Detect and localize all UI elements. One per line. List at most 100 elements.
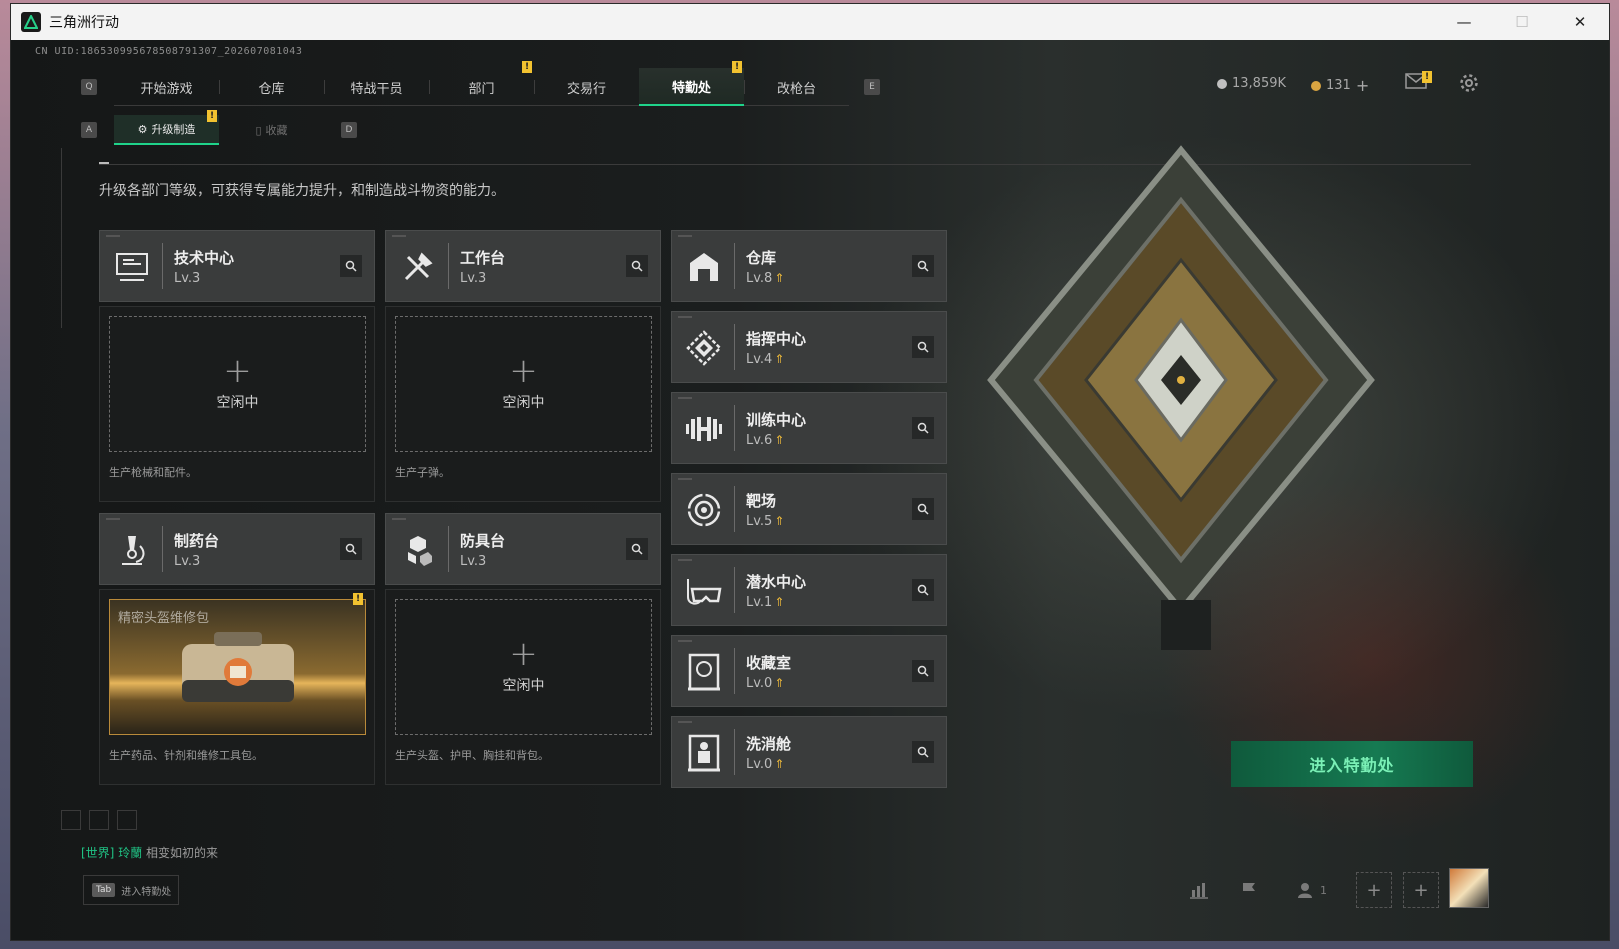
chat-message: 相变如初的来 — [146, 846, 219, 860]
avatar[interactable] — [1449, 868, 1489, 908]
chat-line[interactable]: [世界] 玲蘭 相变如初的来 — [81, 844, 218, 861]
dept-card-shooting-range[interactable]: 靶场 Lv.5 ⇑ — [671, 473, 947, 545]
dept-name: 收藏室 — [746, 654, 792, 672]
dept-level-row: Lv.4 ⇑ — [746, 352, 784, 367]
search-icon[interactable] — [340, 255, 362, 277]
friends-button[interactable]: 1 — [1287, 872, 1337, 908]
card-separator — [162, 526, 163, 572]
empty-slot[interactable]: + 空闲中 — [395, 599, 652, 735]
plus-icon: + — [509, 634, 538, 674]
plus-icon: + — [509, 351, 538, 391]
search-icon[interactable] — [626, 255, 648, 277]
dept-card-decontamination[interactable]: 洗消舱 Lv.0 ⇑ — [671, 716, 947, 788]
card-separator — [734, 405, 735, 451]
dept-level: Lv.1 — [746, 595, 773, 610]
warehouse-icon — [684, 247, 724, 287]
game-window: 三角洲行动 — ☐ ✕ CN UID:186530995678508791307… — [10, 3, 1610, 941]
search-icon[interactable] — [912, 579, 934, 601]
dept-level-row: Lv.8 ⇑ — [746, 271, 784, 286]
tab-hint-label: 进入特勤处 — [121, 886, 172, 898]
card-corner-mark — [392, 518, 406, 520]
dept-level: Lv.4 — [746, 352, 773, 367]
product-name: 精密头盔维修包 — [118, 611, 210, 626]
dept-card-tech-center[interactable]: 技术中心 Lv.3 — [99, 230, 375, 302]
craft-slot-workbench: + 空闲中 生产子弹。 — [385, 306, 661, 502]
search-icon[interactable] — [912, 417, 934, 439]
dept-card-armor[interactable]: 防具台 Lv.3 — [385, 513, 661, 585]
add-currency-button[interactable]: + — [1356, 76, 1369, 95]
page-description: 升级各部门等级，可获得专属能力提升，和制造战斗物资的能力。 — [99, 183, 505, 199]
search-icon[interactable] — [626, 538, 648, 560]
search-icon[interactable] — [912, 336, 934, 358]
search-icon[interactable] — [912, 255, 934, 277]
dept-card-warehouse[interactable]: 仓库 Lv.8 ⇑ — [671, 230, 947, 302]
decor-box — [61, 810, 81, 830]
craft-slot-pharmacy: 精密头盔维修包 生产药品、针剂和维修工具包。 — [99, 589, 375, 785]
flag-icon[interactable] — [1231, 872, 1267, 908]
card-corner-mark — [678, 721, 692, 723]
key-hint-a: A — [81, 122, 97, 138]
tab-start-game[interactable]: 开始游戏 — [114, 68, 219, 106]
empty-slot[interactable]: + 空闲中 — [109, 316, 366, 452]
add-slot-button[interactable]: + — [1403, 872, 1439, 908]
maximize-button[interactable]: ☐ — [1493, 4, 1551, 40]
subtab-collection[interactable]: ▯ 收藏 — [219, 115, 324, 145]
tab-department[interactable]: 部门 — [429, 68, 534, 106]
dept-level: Lv.8 — [746, 271, 773, 286]
stats-chart-icon[interactable] — [1181, 872, 1217, 908]
dept-card-command-center[interactable]: 指挥中心 Lv.4 ⇑ — [671, 311, 947, 383]
plus-icon: + — [223, 351, 252, 391]
decontamination-icon — [684, 733, 724, 773]
enter-special-ops-button[interactable]: 进入特勤处 — [1231, 741, 1473, 787]
dept-card-training-center[interactable]: 训练中心 Lv.6 ⇑ — [671, 392, 947, 464]
dept-card-diving-center[interactable]: 潜水中心 Lv.1 ⇑ — [671, 554, 947, 626]
subtab-upgrade-craft-label: 升级制造 — [151, 123, 196, 136]
card-corner-mark — [678, 397, 692, 399]
special-ops-notice-badge: ! — [732, 61, 742, 73]
close-button[interactable]: ✕ — [1551, 4, 1609, 40]
card-corner-mark — [392, 235, 406, 237]
add-slot-button[interactable]: + — [1356, 872, 1392, 908]
silver-currency: 13,859K — [1217, 76, 1286, 91]
friends-icon — [1298, 883, 1312, 898]
tab-operators[interactable]: 特战干员 — [324, 68, 429, 106]
dept-level: Lv.0 — [746, 676, 773, 691]
tab-gunsmith[interactable]: 改枪台 — [744, 68, 849, 106]
card-separator — [734, 243, 735, 289]
empty-slot[interactable]: + 空闲中 — [395, 316, 652, 452]
card-separator — [448, 526, 449, 572]
dept-name: 仓库 — [746, 249, 777, 267]
dept-name: 训练中心 — [746, 411, 807, 429]
card-separator — [734, 648, 735, 694]
settings-gear-icon[interactable] — [1459, 73, 1479, 98]
product-slot[interactable]: 精密头盔维修包 — [109, 599, 366, 735]
gold-coin-icon — [1311, 80, 1321, 91]
dept-card-pharmacy[interactable]: 制药台 Lv.3 — [99, 513, 375, 585]
title-bar: 三角洲行动 — ☐ ✕ — [11, 4, 1609, 40]
department-notice-badge: ! — [522, 61, 532, 73]
command-icon — [684, 328, 724, 368]
level-up-icon: ⇑ — [774, 271, 785, 285]
subtab-upgrade-craft[interactable]: ⚙ 升级制造 — [114, 115, 219, 145]
tab-special-ops[interactable]: 特勤处 — [639, 68, 744, 106]
search-icon[interactable] — [912, 498, 934, 520]
card-corner-mark — [678, 640, 692, 642]
dept-level: Lv.6 — [746, 433, 773, 448]
search-icon[interactable] — [912, 660, 934, 682]
dept-card-workbench[interactable]: 工作台 Lv.3 — [385, 230, 661, 302]
tab-trading[interactable]: 交易行 — [534, 68, 639, 106]
key-hint-e: E — [864, 79, 880, 95]
card-separator — [448, 243, 449, 289]
search-icon[interactable] — [912, 741, 934, 763]
tab-shortcut-hint[interactable]: Tab 进入特勤处 — [83, 875, 179, 905]
minimize-button[interactable]: — — [1435, 4, 1493, 40]
key-hint-d: D — [341, 122, 357, 138]
search-icon[interactable] — [340, 538, 362, 560]
dept-level: Lv.3 — [174, 271, 201, 286]
collection-icon — [684, 652, 724, 692]
card-separator — [734, 486, 735, 532]
app-logo-icon — [21, 12, 41, 32]
divider-marker — [99, 162, 109, 164]
dept-card-collection-room[interactable]: 收藏室 Lv.0 ⇑ — [671, 635, 947, 707]
tab-warehouse[interactable]: 仓库 — [219, 68, 324, 106]
